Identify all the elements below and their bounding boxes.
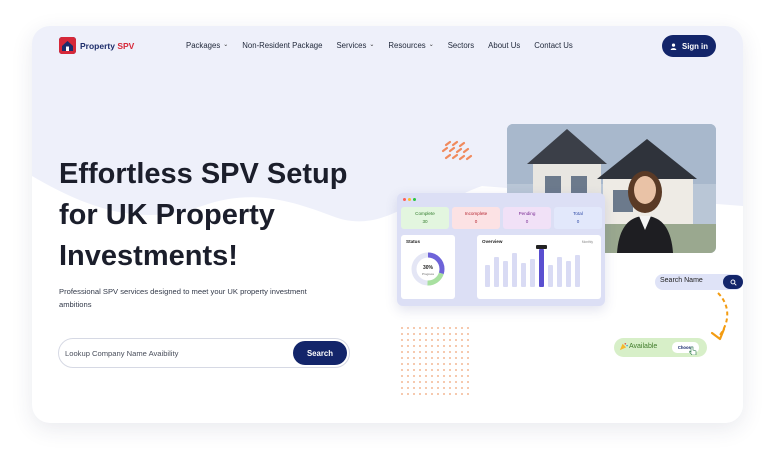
brand-logo[interactable]: Property SPV xyxy=(59,37,134,54)
main-nav: Packages ⌄ Non-Resident Package Services… xyxy=(186,41,587,50)
overview-bar-highlight xyxy=(539,249,544,287)
stat-card-complete: Complete 30 xyxy=(401,207,449,229)
overview-filter-dropdown: Monthly xyxy=(581,240,593,244)
stat-value: 0 xyxy=(474,219,478,224)
overview-bar xyxy=(521,263,526,287)
overview-bar xyxy=(494,257,499,287)
overview-title: Overview xyxy=(482,239,503,244)
stat-label: Incomplete xyxy=(464,211,488,216)
user-icon xyxy=(670,42,677,50)
stat-value: 30 xyxy=(422,219,428,224)
house-logo-icon xyxy=(59,37,76,54)
status-panel: Status 30% Progress xyxy=(401,235,455,299)
nav-item-about-us[interactable]: About Us xyxy=(488,41,520,50)
stat-card-incomplete: Incomplete 0 xyxy=(452,207,500,229)
nav-item-services[interactable]: Services ⌄ xyxy=(336,41,374,50)
nav-item-label: Non-Resident Package xyxy=(242,41,323,50)
overview-bar xyxy=(557,257,562,287)
overview-bar xyxy=(575,255,580,287)
stat-label: Pending xyxy=(518,211,536,216)
dashed-arrow-icon xyxy=(710,292,729,341)
status-title: Status xyxy=(406,239,421,244)
search-name-label: Search Name xyxy=(660,277,703,284)
overview-bar xyxy=(548,265,553,287)
search-icon xyxy=(730,279,737,286)
party-popper-icon xyxy=(619,342,628,351)
overview-bar xyxy=(485,265,490,287)
brand-name-part1: Property xyxy=(80,40,115,51)
nav-item-packages[interactable]: Packages ⌄ xyxy=(186,41,228,50)
chevron-down-icon: ⌄ xyxy=(223,42,229,48)
overview-tooltip xyxy=(536,245,547,249)
company-name-search-input[interactable] xyxy=(65,338,285,368)
dashboard-preview-card: Complete 30 Incomplete 0 Pending 0 Total… xyxy=(397,193,605,306)
search-name-button xyxy=(723,275,743,289)
headline-line: for UK Property xyxy=(59,199,275,231)
stat-label: Total xyxy=(573,211,583,216)
hero-headline: Effortless SPV Setup for UK Property Inv… xyxy=(59,154,379,277)
nav-item-sectors[interactable]: Sectors xyxy=(448,41,474,50)
stat-value: 0 xyxy=(576,219,580,224)
hero-frame: Property SPV Packages ⌄ Non-Resident Pac… xyxy=(32,26,743,423)
nav-item-label: Sectors xyxy=(447,41,475,50)
available-label: Available xyxy=(629,343,658,350)
stat-value: 0 xyxy=(525,219,529,224)
nav-item-contact-us[interactable]: Contact Us xyxy=(534,41,573,50)
hero-subtext: Professional SPV services designed to me… xyxy=(59,287,307,309)
nav-item-label: Services xyxy=(336,41,367,50)
headline-line: Investments! xyxy=(59,240,238,272)
brand-name: Property SPV xyxy=(80,41,134,51)
sign-in-button[interactable]: Sign in xyxy=(662,35,716,57)
stat-card-pending: Pending 0 xyxy=(503,207,551,229)
cursor-hand-icon xyxy=(689,346,697,355)
nav-item-label: Packages xyxy=(186,41,221,50)
status-percent: 30% xyxy=(422,265,433,271)
status-sub-label: Progress xyxy=(421,272,434,276)
window-dots xyxy=(403,198,416,201)
sign-in-label: Sign in xyxy=(682,41,708,51)
overview-bar xyxy=(566,261,571,287)
decorative-dot-grid xyxy=(400,326,472,398)
chevron-down-icon: ⌄ xyxy=(369,42,375,48)
nav-item-label: Resources xyxy=(388,41,426,50)
overview-bar xyxy=(503,261,508,287)
overview-panel: Overview Monthly xyxy=(477,235,601,299)
overview-bar xyxy=(530,259,535,287)
headline-line: Effortless SPV Setup xyxy=(59,158,348,190)
stat-card-total: Total 0 xyxy=(554,207,602,229)
brand-name-part2: SPV xyxy=(117,40,135,51)
search-button[interactable]: Search xyxy=(293,341,347,365)
overview-bar xyxy=(512,253,517,287)
nav-item-non-resident-package[interactable]: Non-Resident Package xyxy=(242,41,322,50)
stat-label: Complete xyxy=(415,211,435,216)
nav-item-label: Contact Us xyxy=(534,41,573,50)
nav-item-label: About Us xyxy=(488,41,521,50)
decorative-brush-strokes xyxy=(441,140,473,161)
nav-item-resources[interactable]: Resources ⌄ xyxy=(388,41,433,50)
chevron-down-icon: ⌄ xyxy=(428,42,434,48)
